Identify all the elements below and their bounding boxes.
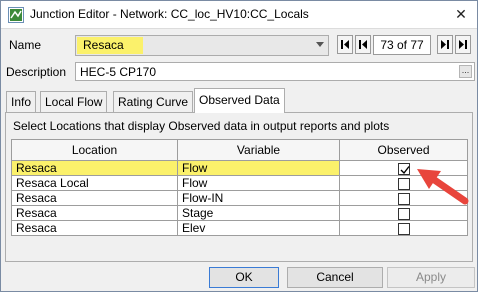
observed-checkbox[interactable] — [397, 177, 410, 190]
description-field[interactable]: HEC-5 CP170 ... — [75, 62, 475, 81]
column-header-variable[interactable]: Variable — [177, 139, 340, 161]
observed-checkbox[interactable] — [397, 207, 410, 220]
observed-data-table: Location Variable Observed Resaca Flow R… — [11, 139, 468, 236]
tab-local-flow-label: Local Flow — [45, 95, 103, 109]
name-dropdown[interactable]: Resaca — [75, 35, 329, 56]
location-cell: Resaca — [11, 205, 178, 221]
table-row[interactable]: Resaca Elev — [11, 220, 468, 236]
ok-button[interactable]: OK — [209, 267, 279, 288]
tab-rating-curve[interactable]: Rating Curve — [113, 91, 194, 112]
record-counter: 73 of 77 — [373, 35, 431, 55]
junction-editor-window: Junction Editor - Network: CC_loc_HV10:C… — [0, 0, 478, 292]
panel-instructions: Select Locations that display Observed d… — [13, 119, 390, 133]
tab-info-label: Info — [11, 95, 32, 109]
cancel-button[interactable]: Cancel — [287, 267, 383, 288]
observed-checkbox[interactable] — [397, 162, 410, 175]
observed-checkbox[interactable] — [397, 192, 410, 205]
table-row[interactable]: Resaca Stage — [11, 205, 468, 221]
previous-record-button[interactable] — [355, 35, 371, 54]
next-record-button[interactable] — [437, 35, 453, 54]
location-cell: Resaca — [11, 220, 178, 236]
tab-observed-data-label: Observed Data — [199, 93, 280, 107]
tab-info[interactable]: Info — [6, 91, 37, 112]
title-bar: Junction Editor - Network: CC_loc_HV10:C… — [1, 1, 477, 29]
tab-local-flow[interactable]: Local Flow — [40, 91, 108, 112]
chevron-down-icon[interactable] — [316, 42, 324, 47]
location-cell: Resaca Local — [11, 175, 178, 191]
table-row[interactable]: Resaca Flow-IN — [11, 190, 468, 206]
first-record-button[interactable] — [337, 35, 353, 54]
location-cell: Resaca — [11, 160, 178, 176]
variable-cell: Stage — [177, 205, 340, 221]
variable-cell: Elev — [177, 220, 340, 236]
ellipsis-button[interactable]: ... — [459, 65, 472, 78]
column-header-observed[interactable]: Observed — [339, 139, 468, 161]
description-value: HEC-5 CP170 — [80, 65, 157, 79]
annotation-arrow-icon — [417, 169, 469, 205]
last-record-button[interactable] — [455, 35, 471, 54]
table-row[interactable]: Resaca Flow — [11, 160, 468, 176]
apply-button[interactable]: Apply — [387, 267, 475, 288]
name-label: Name — [9, 38, 42, 52]
variable-cell: Flow — [177, 160, 340, 176]
variable-cell: Flow — [177, 175, 340, 191]
column-header-location[interactable]: Location — [11, 139, 178, 161]
observed-cell — [339, 220, 468, 236]
variable-cell: Flow-IN — [177, 190, 340, 206]
previous-icon — [359, 40, 367, 49]
description-label: Description — [6, 65, 67, 79]
table-row[interactable]: Resaca Local Flow — [11, 175, 468, 191]
app-icon — [8, 7, 24, 23]
close-icon[interactable]: ✕ — [451, 4, 471, 24]
name-value: Resaca — [77, 37, 143, 54]
location-cell: Resaca — [11, 190, 178, 206]
next-icon — [441, 40, 449, 49]
last-icon — [459, 40, 467, 49]
tab-rating-curve-label: Rating Curve — [118, 95, 189, 109]
window-title: Junction Editor - Network: CC_loc_HV10:C… — [30, 7, 309, 21]
checkmark-icon — [400, 165, 410, 174]
table-header-row: Location Variable Observed — [11, 139, 468, 161]
first-icon — [341, 40, 349, 49]
tab-observed-data[interactable]: Observed Data — [194, 88, 285, 113]
observed-checkbox[interactable] — [397, 222, 410, 235]
